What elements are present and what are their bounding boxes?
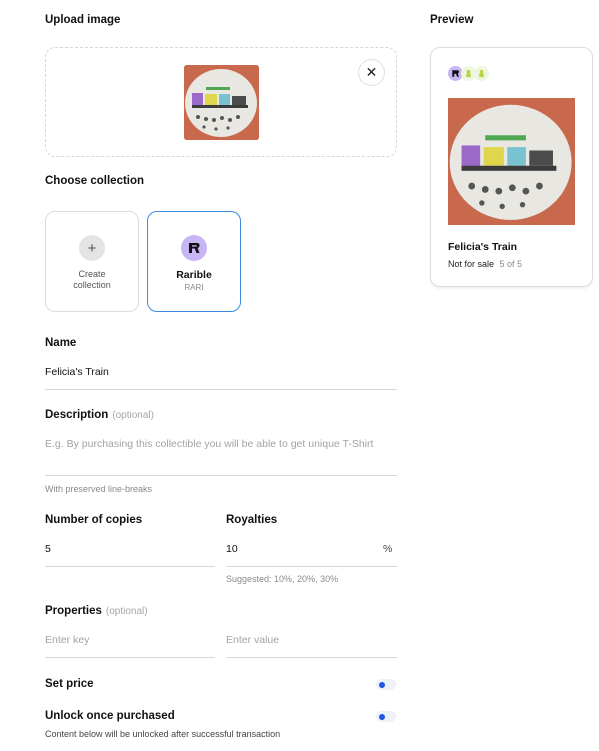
create-collection-card[interactable]: + Create collection <box>45 211 139 312</box>
description-optional-tag: (optional) <box>112 410 154 421</box>
unlock-toggle[interactable] <box>376 711 396 722</box>
name-input[interactable]: Felicia's Train <box>45 366 397 378</box>
copies-label: Number of copies <box>45 514 143 526</box>
remove-image-button[interactable]: ✕ <box>358 59 385 86</box>
unlock-hint: Content below will be unlocked after suc… <box>45 729 281 739</box>
copies-input[interactable]: 5 <box>45 543 215 555</box>
properties-label: Properties (optional) <box>45 605 148 617</box>
preview-item-name: Felicia's Train <box>448 241 518 253</box>
train-artwork-image <box>448 98 575 225</box>
copies-underline <box>45 566 215 567</box>
owner-avatar-icon <box>474 66 489 81</box>
upload-dropzone[interactable]: ✕ <box>45 47 397 157</box>
rarible-collection-name: Rarible <box>176 269 212 281</box>
uploaded-image-thumbnail <box>184 65 259 140</box>
property-key-input[interactable]: Enter key <box>45 634 215 646</box>
preview-artwork-image <box>448 98 575 225</box>
preview-card[interactable]: Felicia's Train Not for sale 5 of 5 <box>430 47 593 287</box>
toggle-knob <box>379 681 385 688</box>
preview-edition: 5 of 5 <box>499 259 523 269</box>
set-price-label: Set price <box>45 678 94 690</box>
train-artwork-image <box>184 65 259 140</box>
rarible-logo-icon <box>181 235 207 261</box>
upload-image-heading: Upload image <box>45 14 121 26</box>
description-hint: With preserved line-breaks <box>45 484 153 494</box>
toggle-knob <box>379 713 385 720</box>
royalties-underline <box>226 566 397 567</box>
description-underline <box>45 475 397 476</box>
description-input[interactable]: E.g. By purchasing this collectible you … <box>45 438 397 450</box>
rarible-collection-ticker: RARI <box>184 283 204 292</box>
unlock-once-purchased-label: Unlock once purchased <box>45 710 175 722</box>
set-price-toggle[interactable] <box>376 679 396 690</box>
property-key-underline <box>45 657 215 658</box>
property-value-underline <box>226 657 397 658</box>
royalties-input[interactable]: 10 <box>226 543 376 555</box>
description-label: Description (optional) <box>45 409 154 421</box>
preview-avatars <box>448 66 489 81</box>
name-label: Name <box>45 337 77 349</box>
plus-icon: + <box>79 235 105 261</box>
preview-heading: Preview <box>430 14 474 26</box>
preview-sale-status: Not for sale <box>448 259 495 269</box>
preview-sale-info: Not for sale 5 of 5 <box>448 259 522 269</box>
choose-collection-heading: Choose collection <box>45 175 145 187</box>
rarible-collection-card[interactable]: Rarible RARI <box>147 211 241 312</box>
create-collection-label: Create collection <box>73 269 111 290</box>
close-icon: ✕ <box>365 64 378 80</box>
royalties-label: Royalties <box>226 514 278 526</box>
royalties-percent-suffix: % <box>383 543 393 555</box>
property-value-input[interactable]: Enter value <box>226 634 397 646</box>
name-underline <box>45 389 397 390</box>
properties-optional-tag: (optional) <box>105 606 148 617</box>
royalties-hint: Suggested: 10%, 20%, 30% <box>226 574 339 584</box>
